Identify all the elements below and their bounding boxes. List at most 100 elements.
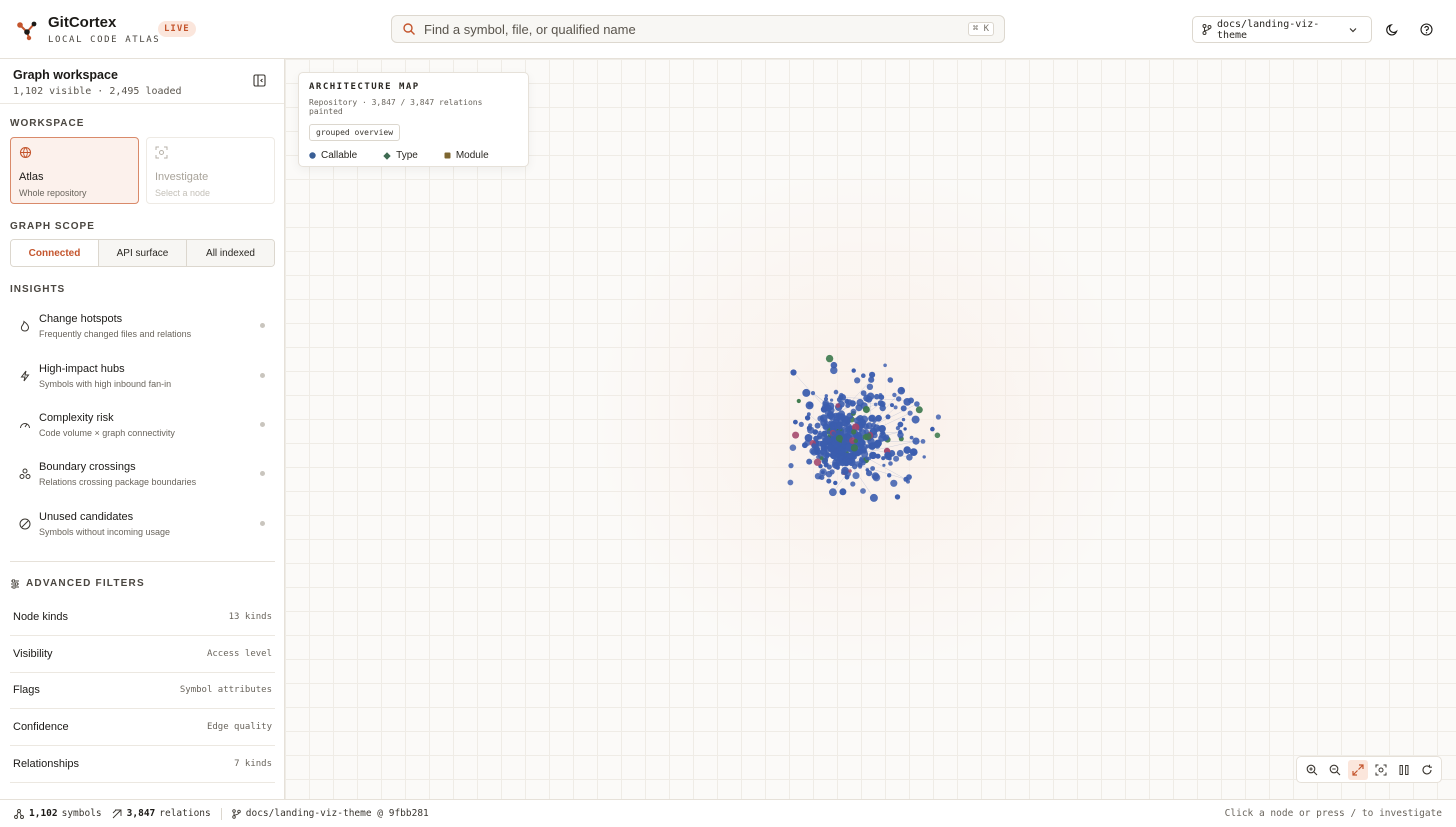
- collapse-sidebar-icon[interactable]: [253, 74, 266, 87]
- graph-node[interactable]: [896, 449, 904, 457]
- graph-node[interactable]: [888, 461, 893, 466]
- graph-node[interactable]: [844, 474, 850, 480]
- graph-node[interactable]: [798, 421, 804, 427]
- graph-node[interactable]: [870, 466, 875, 471]
- graph-node[interactable]: [789, 444, 797, 451]
- graph-node[interactable]: [878, 434, 885, 442]
- graph-node[interactable]: [845, 423, 852, 430]
- graph-node[interactable]: [847, 458, 856, 467]
- fit-view-button[interactable]: [1347, 759, 1368, 780]
- insight-change-hotspots[interactable]: Change hotspots Frequently changed files…: [10, 311, 275, 355]
- graph-node[interactable]: [875, 453, 881, 459]
- graph-node[interactable]: [922, 455, 926, 459]
- graph-node[interactable]: [906, 479, 910, 484]
- graph-node[interactable]: [825, 470, 833, 478]
- graph-node[interactable]: [837, 442, 842, 447]
- help-button[interactable]: [1417, 20, 1435, 38]
- zoom-in-button[interactable]: [1302, 760, 1322, 780]
- graph-node[interactable]: [833, 480, 838, 486]
- graph-node[interactable]: [813, 458, 822, 466]
- graph-node[interactable]: [796, 398, 801, 404]
- graph-node[interactable]: [858, 458, 865, 464]
- graph-node[interactable]: [826, 412, 834, 420]
- graph-node[interactable]: [852, 450, 858, 457]
- graph-node[interactable]: [882, 463, 886, 467]
- graph-node[interactable]: [884, 451, 891, 459]
- scope-connected-button[interactable]: Connected: [11, 240, 99, 266]
- graph-node[interactable]: [851, 429, 857, 435]
- insight-complexity-risk[interactable]: Complexity risk Code volume × graph conn…: [10, 410, 275, 454]
- graph-node[interactable]: [844, 398, 850, 404]
- search-bar[interactable]: ⌘ K: [391, 15, 1005, 43]
- scope-api-surface-button[interactable]: API surface: [99, 240, 187, 266]
- graph-node[interactable]: [792, 431, 800, 439]
- reset-layout-button[interactable]: [1417, 760, 1437, 780]
- graph-node[interactable]: [788, 463, 794, 469]
- graph-node[interactable]: [835, 465, 840, 470]
- graph-node[interactable]: [841, 466, 849, 475]
- graph-node[interactable]: [866, 383, 874, 390]
- graph-node[interactable]: [804, 415, 811, 421]
- graph-node[interactable]: [830, 398, 834, 402]
- zoom-out-button[interactable]: [1325, 760, 1345, 780]
- graph-node[interactable]: [831, 431, 836, 436]
- graph-node[interactable]: [807, 401, 814, 408]
- graph-node[interactable]: [793, 419, 798, 425]
- graph-node[interactable]: [900, 388, 904, 392]
- graph-node[interactable]: [850, 481, 856, 487]
- focus-button[interactable]: [1371, 760, 1391, 780]
- graph-node[interactable]: [837, 429, 841, 434]
- graph-node[interactable]: [848, 469, 852, 473]
- graph-node[interactable]: [885, 414, 891, 420]
- graph-node[interactable]: [802, 442, 808, 449]
- graph-node[interactable]: [830, 366, 838, 375]
- filter-relationships[interactable]: Relationships 7 kinds: [10, 746, 275, 783]
- graph-node[interactable]: [908, 397, 914, 404]
- graph-canvas[interactable]: ARCHITECTURE MAP Repository · 3,847 / 3,…: [285, 59, 1456, 799]
- graph-node[interactable]: [848, 454, 852, 459]
- graph-node[interactable]: [825, 354, 834, 363]
- graph-node[interactable]: [863, 428, 869, 435]
- graph-node[interactable]: [790, 369, 797, 376]
- graph-node[interactable]: [823, 396, 829, 402]
- scope-all-indexed-button[interactable]: All indexed: [187, 240, 274, 266]
- graph-node[interactable]: [907, 410, 913, 416]
- graph-node[interactable]: [823, 462, 829, 468]
- graph-node[interactable]: [850, 444, 858, 452]
- graph-node[interactable]: [887, 377, 894, 383]
- graph-node[interactable]: [861, 450, 869, 458]
- graph-node[interactable]: [868, 376, 875, 383]
- graph-node[interactable]: [880, 430, 886, 436]
- graph-node[interactable]: [912, 437, 920, 445]
- graph-node[interactable]: [862, 434, 869, 440]
- insight-boundary-crossings[interactable]: Boundary crossings Relations crossing pa…: [10, 459, 275, 503]
- graph-node[interactable]: [835, 434, 843, 442]
- graph-node[interactable]: [816, 454, 821, 460]
- filter-confidence[interactable]: Confidence Edge quality: [10, 709, 275, 746]
- graph-node[interactable]: [824, 394, 828, 398]
- graph-node[interactable]: [833, 448, 839, 454]
- graph-node[interactable]: [827, 444, 835, 452]
- graph-node[interactable]: [838, 413, 846, 420]
- graph-node[interactable]: [862, 423, 869, 430]
- graph-node[interactable]: [814, 422, 821, 429]
- graph-node[interactable]: [838, 394, 844, 400]
- graph-node[interactable]: [900, 405, 907, 412]
- graph-node[interactable]: [818, 476, 822, 480]
- graph-node[interactable]: [874, 393, 880, 400]
- dependency-graph[interactable]: [705, 299, 1015, 569]
- graph-node[interactable]: [817, 415, 824, 422]
- graph-node[interactable]: [875, 415, 882, 422]
- graph-node[interactable]: [833, 389, 839, 395]
- graph-node[interactable]: [824, 454, 829, 459]
- graph-node[interactable]: [890, 479, 898, 487]
- workspace-atlas-card[interactable]: Atlas Whole repository: [10, 137, 139, 204]
- graph-node[interactable]: [827, 420, 836, 429]
- graph-node[interactable]: [893, 455, 900, 462]
- graph-node[interactable]: [821, 404, 829, 412]
- advanced-filters-toggle[interactable]: ADVANCED FILTERS: [10, 578, 145, 589]
- graph-node[interactable]: [893, 405, 898, 410]
- pause-layout-button[interactable]: [1394, 760, 1414, 780]
- graph-node[interactable]: [872, 473, 881, 482]
- graph-node[interactable]: [854, 377, 861, 384]
